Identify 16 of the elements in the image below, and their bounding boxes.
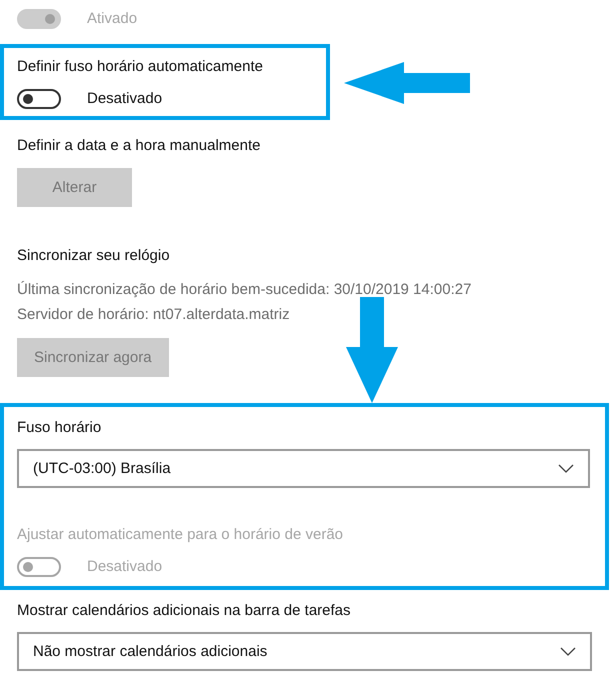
setting-title: Ajustar automaticamente para o horário de verão — [17, 525, 344, 545]
setting-title: Sincronizar seu relógio — [17, 246, 171, 266]
toggle-state-label: Desativado — [87, 89, 162, 109]
toggle-switch[interactable] — [17, 89, 61, 109]
toggle-state-label: Desativado — [87, 557, 162, 577]
setting-title: Definir a data e a hora manualmente — [17, 136, 262, 156]
chevron-down-icon — [560, 646, 576, 656]
info-text: Última sincronização de horário bem-sucedida: 30/10/2019 14:00:27 — [17, 280, 472, 300]
dropdown[interactable]: (UTC-03:00) Brasília — [17, 449, 590, 488]
chevron-down-icon — [558, 464, 574, 474]
info-text: Servidor de horário: nt07.alterdata.matriz — [17, 305, 291, 325]
toggle-state-label: Ativado — [87, 9, 138, 29]
setting-title: Mostrar calendários adicionais na barra de tarefas — [17, 601, 352, 621]
setting-title: Definir fuso horário automaticamente — [17, 57, 264, 77]
dropdown[interactable]: Não mostrar calendários adicionais — [17, 632, 592, 671]
setting-title: Fuso horário — [17, 418, 102, 438]
